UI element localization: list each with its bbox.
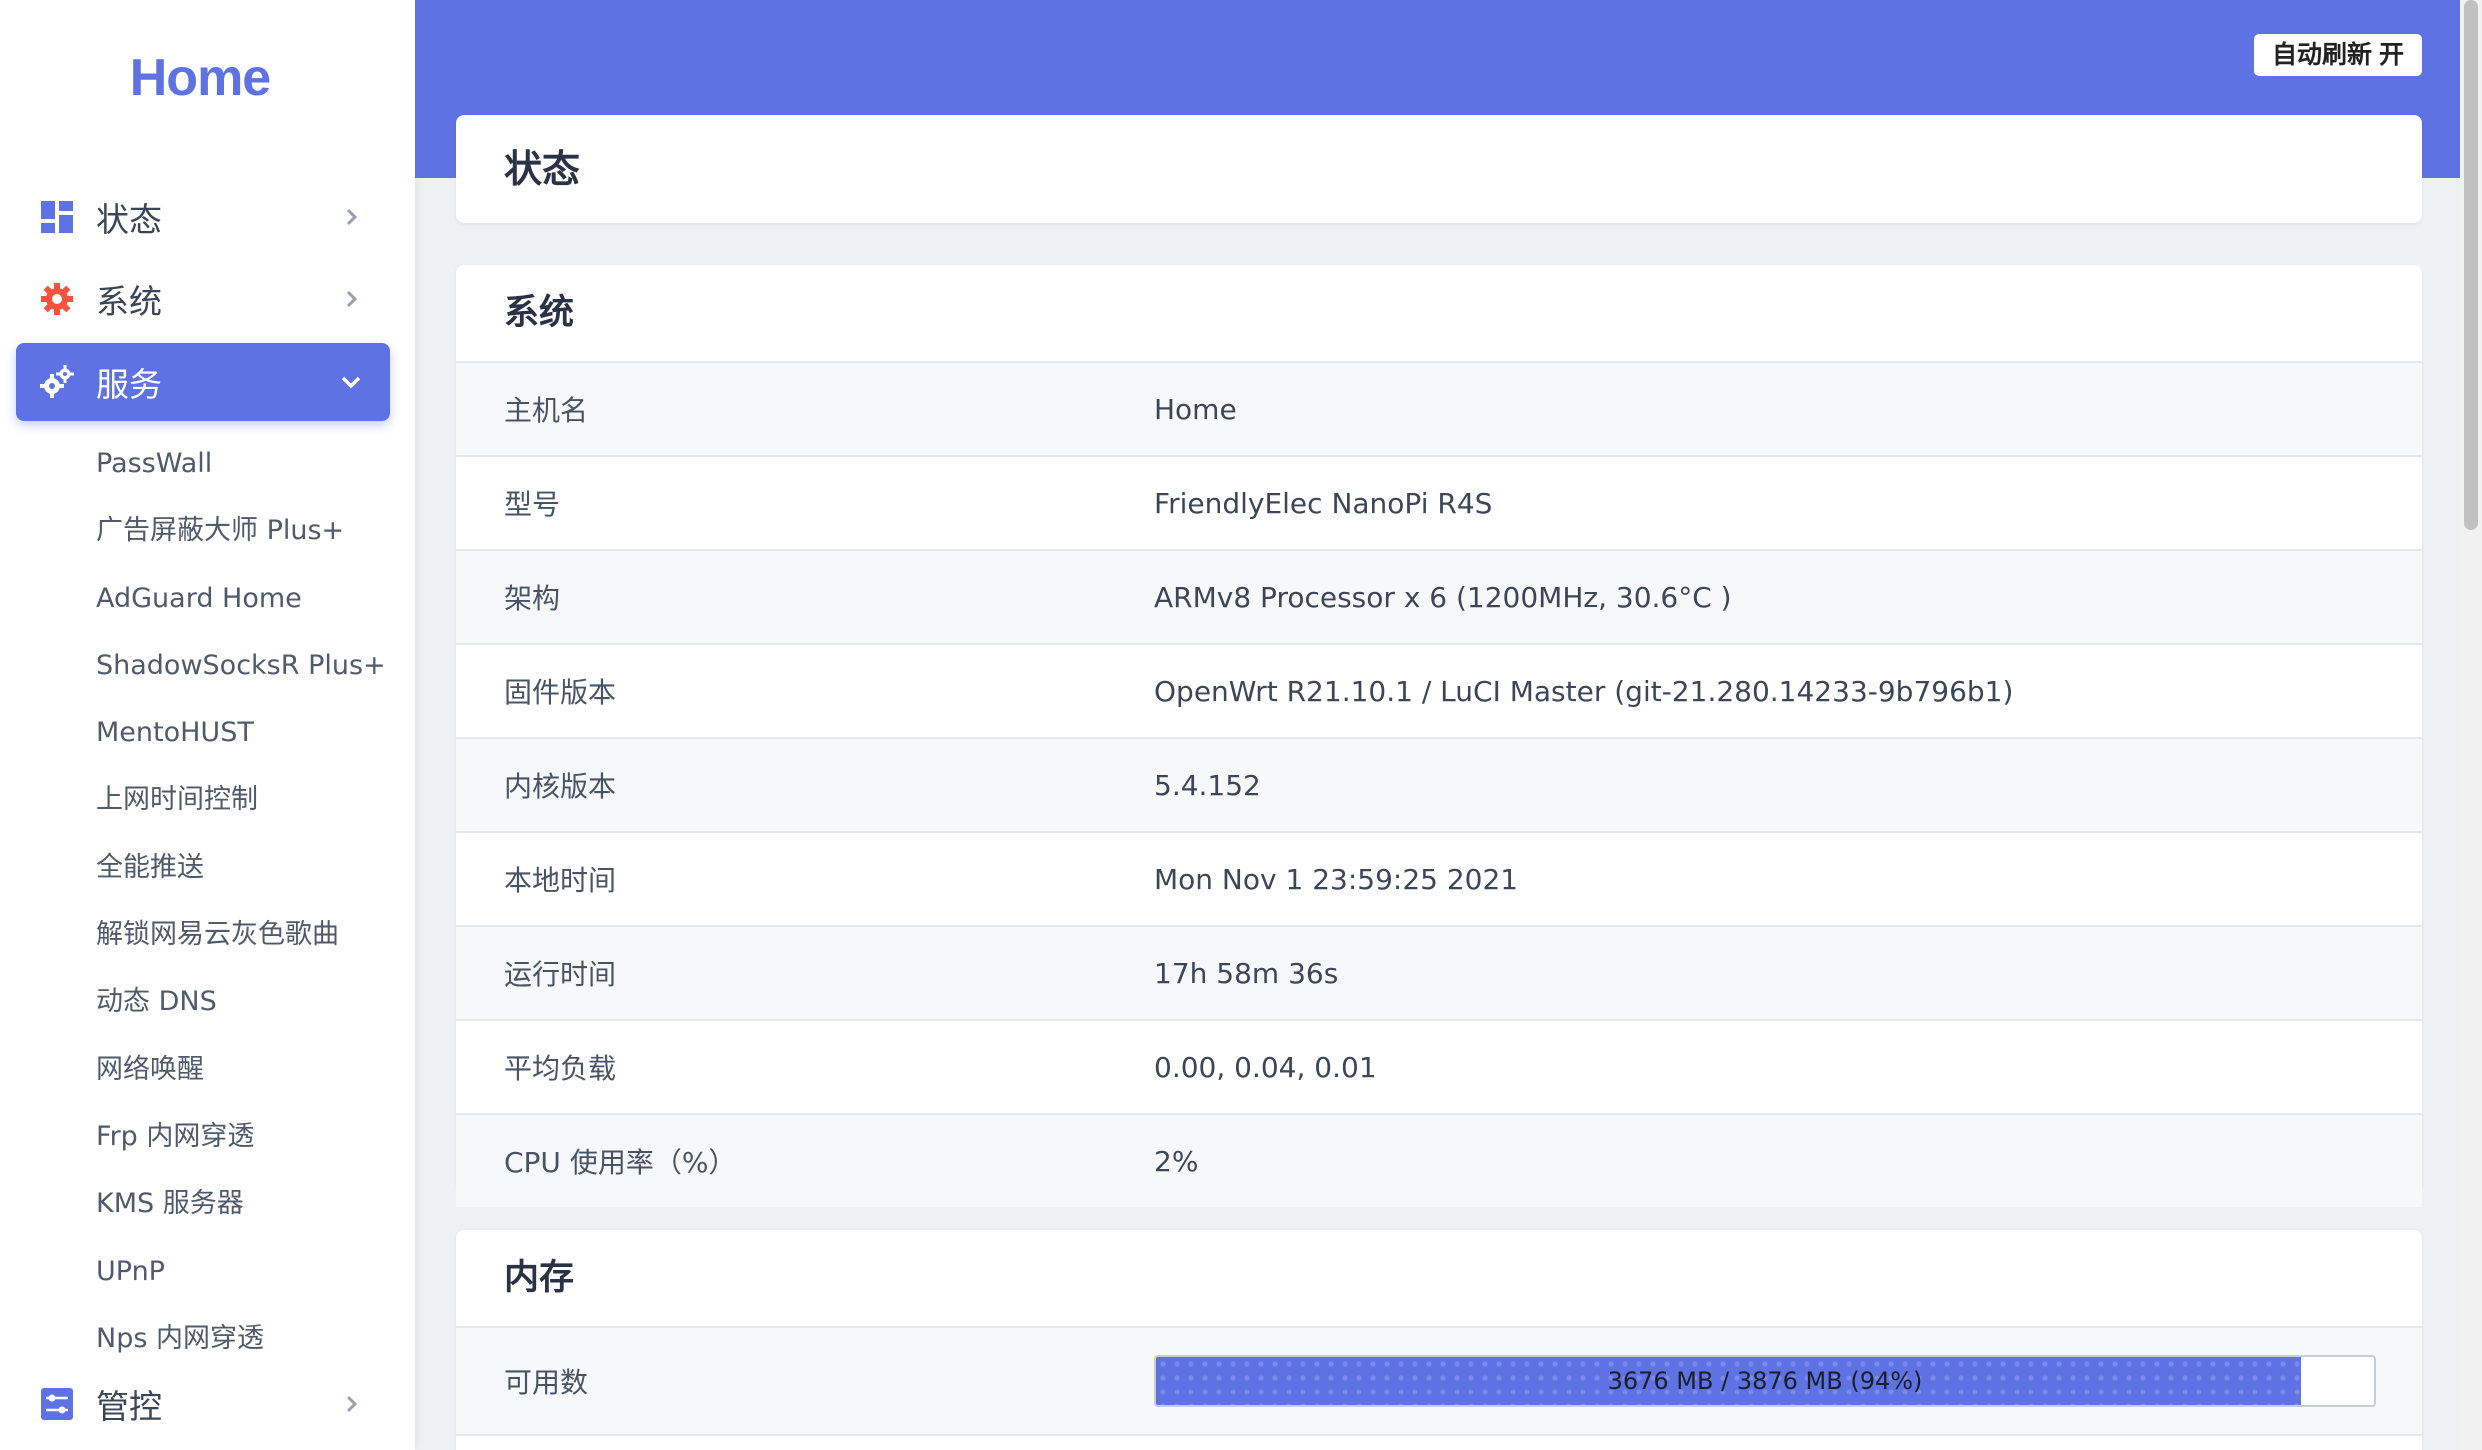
- submenu-item-frp[interactable]: Frp 内网穿透: [96, 1103, 406, 1170]
- memory-progress-bar: 3676 MB / 3876 MB (94%): [1154, 1355, 2376, 1407]
- row-value: 2%: [1154, 1144, 1199, 1178]
- chevron-right-icon: [334, 282, 368, 316]
- table-row: 本地时间 Mon Nov 1 23:59:25 2021: [456, 833, 2422, 927]
- row-key: 固件版本: [504, 676, 617, 709]
- row-key: 本地时间: [504, 864, 617, 897]
- cogs-icon: [40, 365, 74, 399]
- nav-label-system: 系统: [96, 282, 162, 321]
- sliders-icon: [40, 1387, 74, 1421]
- nav-item-services[interactable]: 服务: [16, 343, 390, 421]
- row-key: 可用数: [504, 1366, 589, 1399]
- system-card: 系统 主机名 Home 型号 FriendlyElec NanoPi R4S 架构 A…: [456, 265, 2422, 1207]
- submenu-item-shadowsocksr-plus[interactable]: ShadowSocksR Plus+: [96, 632, 406, 699]
- table-row: 运行时间 17h 58m 36s: [456, 927, 2422, 1021]
- row-value: 0.00, 0.04, 0.01: [1154, 1050, 1377, 1084]
- brand-logo[interactable]: Home: [0, 48, 400, 108]
- row-value: 17h 58m 36s: [1154, 956, 1339, 990]
- submenu-item-time-control[interactable]: 上网时间控制: [96, 766, 406, 833]
- chevron-right-icon: [334, 1387, 368, 1421]
- row-key: 平均负载: [504, 1052, 617, 1085]
- submenu-item-unblock-music[interactable]: 解锁网易云灰色歌曲: [96, 901, 406, 968]
- nav-item-status[interactable]: 状态: [16, 178, 390, 256]
- table-row: 平均负载 0.00, 0.04, 0.01: [456, 1021, 2422, 1115]
- auto-refresh-button[interactable]: 自动刷新 开: [2254, 34, 2422, 76]
- row-key: 内核版本: [504, 770, 617, 803]
- dashboard-icon: [40, 200, 74, 234]
- submenu-item-ddns[interactable]: 动态 DNS: [96, 968, 406, 1035]
- table-row: 内核版本 5.4.152: [456, 739, 2422, 833]
- memory-card: 内存 可用数 3676 MB / 3876 MB (94%): [456, 1230, 2422, 1450]
- table-row: CPU 使用率（%） 2%: [456, 1115, 2422, 1207]
- table-row: 主机名 Home: [456, 363, 2422, 457]
- submenu-item-kms[interactable]: KMS 服务器: [96, 1170, 406, 1237]
- system-table: 主机名 Home 型号 FriendlyElec NanoPi R4S 架构 ARMv…: [456, 363, 2422, 1207]
- submenu-item-mentohust[interactable]: MentoHUST: [96, 699, 406, 766]
- page-scrollbar[interactable]: [2460, 0, 2482, 1450]
- submenu-item-adguard-home[interactable]: AdGuard Home: [96, 565, 406, 632]
- row-value: FriendlyElec NanoPi R4S: [1154, 486, 1493, 520]
- nav-label-services: 服务: [96, 365, 162, 404]
- submenu-item-passwall[interactable]: PassWall: [96, 430, 406, 497]
- page-title-card: 状态: [456, 115, 2422, 223]
- row-key: 运行时间: [504, 958, 617, 991]
- submenu-item-adblock-plus[interactable]: 广告屏蔽大师 Plus+: [96, 497, 406, 564]
- table-row: 固件版本 OpenWrt R21.10.1 / LuCI Master (git-…: [456, 645, 2422, 739]
- chevron-down-icon: [334, 365, 368, 399]
- submenu-item-nps[interactable]: Nps 内网穿透: [96, 1305, 406, 1372]
- row-value: Home: [1154, 392, 1237, 426]
- system-section-title: 系统: [456, 265, 2422, 363]
- scrollbar-thumb[interactable]: [2464, 0, 2478, 530]
- row-key: 型号: [504, 488, 561, 521]
- progress-text: 3676 MB / 3876 MB (94%): [1607, 1367, 1923, 1395]
- nav-item-system[interactable]: 系统: [16, 260, 390, 338]
- table-row: 架构 ARMv8 Processor x 6 (1200MHz, 30.6°C ): [456, 551, 2422, 645]
- row-key: CPU 使用率（%）: [504, 1146, 737, 1179]
- page-title: 状态: [504, 147, 581, 191]
- table-row: 型号 FriendlyElec NanoPi R4S: [456, 457, 2422, 551]
- row-key: 架构: [504, 582, 561, 615]
- memory-section-title: 内存: [456, 1230, 2422, 1328]
- submenu-item-push[interactable]: 全能推送: [96, 834, 406, 901]
- nav-item-control[interactable]: 管控: [16, 1365, 390, 1443]
- chevron-right-icon: [334, 200, 368, 234]
- nav-label-status: 状态: [96, 200, 162, 239]
- row-value: Mon Nov 1 23:59:25 2021: [1154, 862, 1519, 896]
- gear-icon: [40, 282, 74, 316]
- row-value: OpenWrt R21.10.1 / LuCI Master (git-21.2…: [1154, 674, 2014, 708]
- submenu-item-upnp[interactable]: UPnP: [96, 1238, 406, 1305]
- nav-label-control: 管控: [96, 1387, 162, 1426]
- row-value: 5.4.152: [1154, 768, 1261, 802]
- table-row: 可用数 3676 MB / 3876 MB (94%): [456, 1328, 2422, 1436]
- submenu-item-wol[interactable]: 网络唤醒: [96, 1036, 406, 1103]
- services-submenu: PassWall 广告屏蔽大师 Plus+ AdGuard Home Shado…: [96, 430, 406, 1372]
- sidebar: Home 状态 系统 服务 PassWall 广告屏蔽大师 Plus+ AdGu…: [0, 0, 415, 1450]
- row-key: 主机名: [504, 394, 589, 427]
- row-value: ARMv8 Processor x 6 (1200MHz, 30.6°C ): [1154, 580, 1732, 614]
